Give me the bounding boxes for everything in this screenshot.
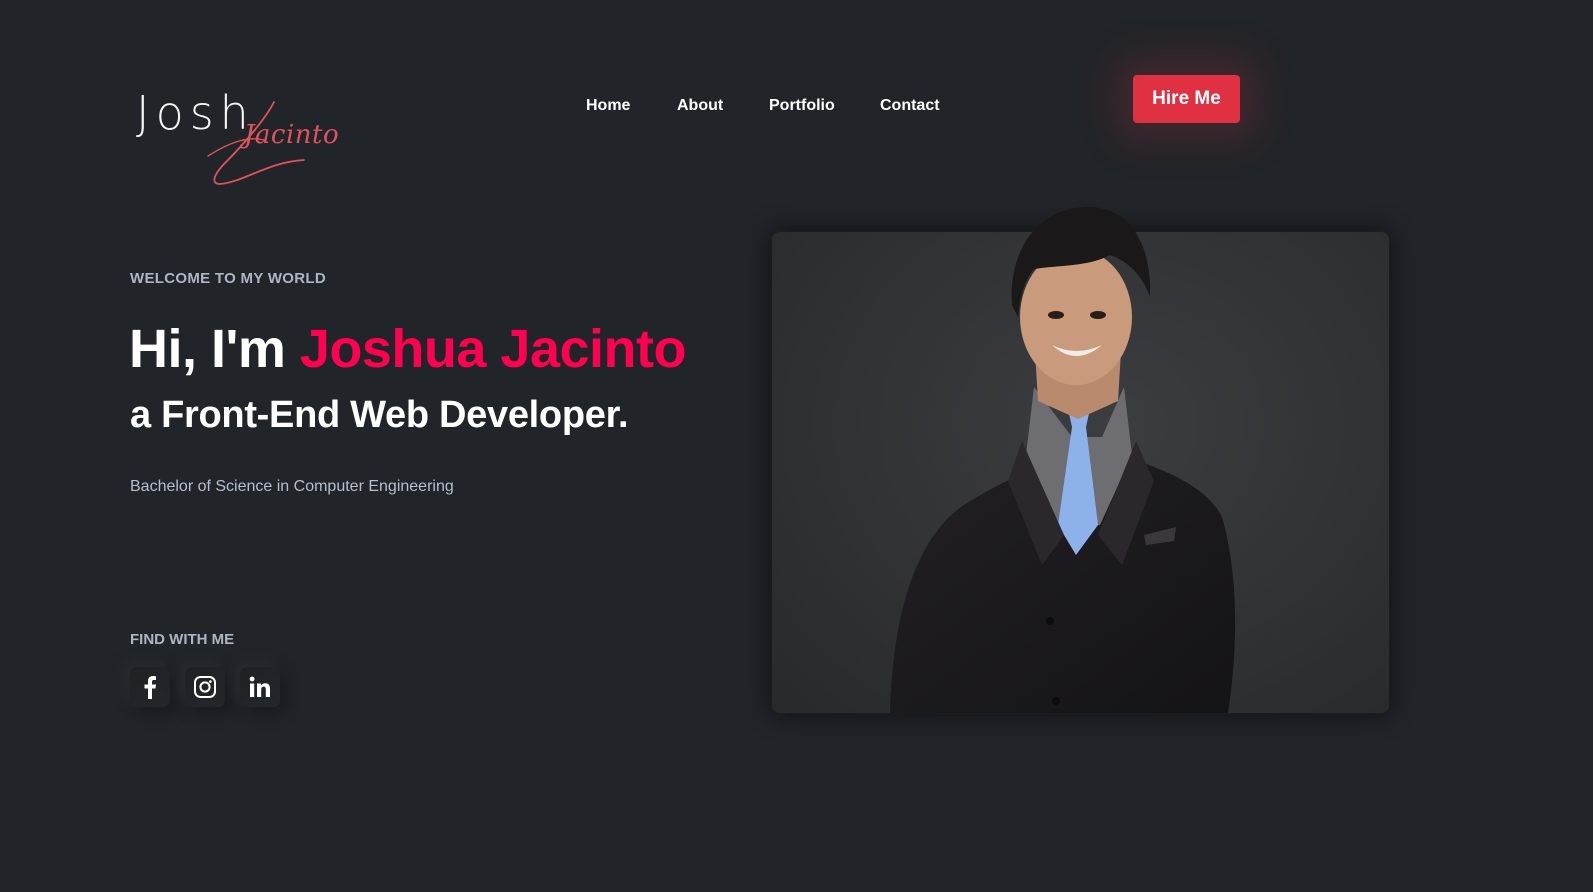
- linkedin-link[interactable]: [240, 667, 280, 707]
- hire-me-button[interactable]: Hire Me: [1133, 75, 1240, 123]
- hero-role: a Front-End Web Developer.: [130, 394, 629, 436]
- hero-degree: Bachelor of Science in Computer Engineer…: [130, 478, 454, 495]
- nav-about[interactable]: About: [677, 97, 723, 115]
- nav-portfolio[interactable]: Portfolio: [769, 97, 835, 115]
- instagram-icon: [194, 676, 216, 698]
- hero-headline: Hi, I'm Joshua Jacinto: [129, 322, 686, 376]
- facebook-icon: [144, 676, 156, 699]
- welcome-label: WELCOME TO MY WORLD: [130, 270, 326, 287]
- hero-name: Joshua Jacinto: [299, 319, 687, 379]
- nav-home[interactable]: Home: [586, 97, 630, 115]
- site-logo[interactable]: Josh Jacinto: [132, 84, 340, 186]
- facebook-link[interactable]: [130, 667, 170, 707]
- instagram-link[interactable]: [185, 667, 225, 707]
- social-links: [130, 667, 280, 707]
- page: Josh Jacinto Home About Portfolio Contac…: [0, 0, 1593, 892]
- logo-script-text: Jacinto: [244, 120, 340, 150]
- linkedin-icon: [249, 676, 270, 697]
- nav-contact[interactable]: Contact: [880, 97, 940, 115]
- profile-photo: [890, 206, 1236, 713]
- find-with-me-label: FIND WITH ME: [130, 631, 235, 648]
- hero-greeting: Hi, I'm: [129, 319, 300, 379]
